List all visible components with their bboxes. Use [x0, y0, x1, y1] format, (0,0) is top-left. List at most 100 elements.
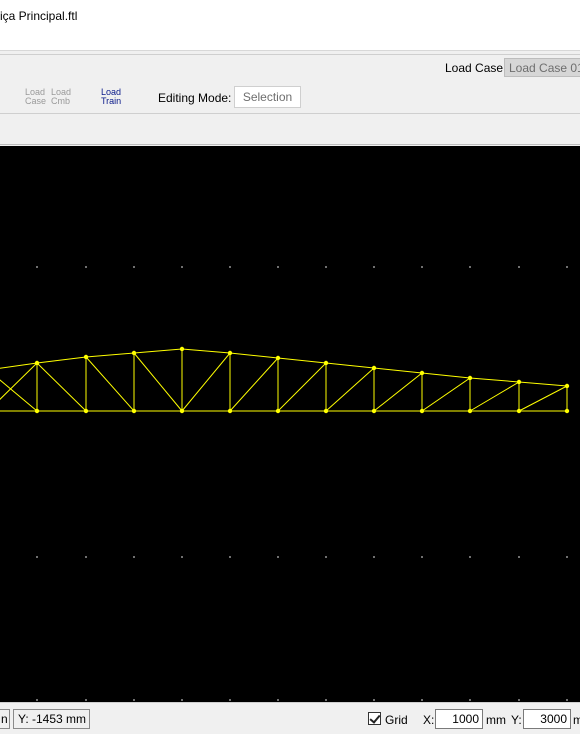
grid-dot [373, 556, 375, 558]
truss-node[interactable] [83, 408, 89, 414]
grid-dot [36, 556, 38, 558]
truss-node[interactable] [275, 408, 281, 414]
truss-node[interactable] [179, 408, 185, 414]
grid-dot [566, 266, 568, 268]
truss-node[interactable] [227, 408, 233, 414]
truss-node[interactable] [275, 355, 281, 361]
diagonal-member[interactable] [277, 362, 327, 412]
truss-node[interactable] [564, 408, 570, 414]
grid-dot [566, 556, 568, 558]
load-case-bar: Load Case: Load Case 01 [0, 54, 580, 82]
grid-x-input[interactable]: 1000 [435, 709, 483, 729]
grid-dot [518, 556, 520, 558]
top-chord-member[interactable] [421, 372, 471, 379]
grid-dot [181, 266, 183, 268]
grid-x-label: X: [423, 713, 435, 727]
diagonal-member[interactable] [133, 352, 183, 412]
grid-dot [229, 699, 231, 701]
grid-dot [85, 699, 87, 701]
diagonal-member[interactable] [0, 370, 38, 412]
diagonal-member[interactable] [181, 352, 231, 412]
truss-node[interactable] [323, 360, 329, 366]
diagonal-member[interactable] [469, 381, 520, 412]
top-chord-member[interactable] [181, 348, 231, 354]
grid-dot [85, 556, 87, 558]
diagonal-member[interactable] [0, 362, 38, 411]
grid-dot [566, 699, 568, 701]
top-chord-member[interactable] [469, 377, 520, 383]
truss-node[interactable] [564, 383, 570, 389]
load-case-select[interactable]: Load Case 01 [504, 58, 580, 77]
truss-node[interactable] [34, 408, 40, 414]
truss-node[interactable] [227, 350, 233, 356]
load-combination-button[interactable]: Load Cmb [51, 88, 71, 106]
truss-node[interactable] [371, 408, 377, 414]
editing-mode-label: Editing Mode: [158, 91, 232, 105]
grid-dot [518, 699, 520, 701]
truss-node[interactable] [419, 408, 425, 414]
diagonal-member[interactable] [229, 357, 279, 412]
load-case-button[interactable]: Load Case [25, 88, 46, 106]
truss-node[interactable] [83, 354, 89, 360]
secondary-toolbar [0, 114, 580, 145]
grid-dot [277, 556, 279, 558]
grid-dot [421, 556, 423, 558]
editing-mode-select[interactable]: Selection [234, 86, 301, 108]
load-case-button-line2: Case [25, 96, 47, 106]
status-bar: n Y: -1453 mm Grid X: 1000 mm Y: 3000 m [0, 702, 580, 734]
drawing-canvas[interactable] [0, 146, 580, 702]
truss-node[interactable] [34, 360, 40, 366]
grid-label: Grid [385, 713, 408, 727]
y-coordinate-readout: Y: -1453 mm [13, 709, 90, 729]
diagonal-member[interactable] [85, 356, 135, 412]
grid-dot [373, 266, 375, 268]
truss-node[interactable] [131, 408, 137, 414]
window-title: iça Principal.ftl [0, 9, 78, 23]
truss-node[interactable] [371, 365, 377, 371]
grid-dot [421, 266, 423, 268]
top-chord-member[interactable] [85, 352, 135, 358]
diagonal-member[interactable] [421, 377, 471, 412]
truss-node[interactable] [179, 346, 185, 352]
grid-dot [469, 699, 471, 701]
grid-dot [181, 556, 183, 558]
truss-node[interactable] [419, 370, 425, 376]
truss-node[interactable] [516, 408, 522, 414]
load-combination-button-line2: Cmb [51, 96, 71, 106]
grid-dot [325, 699, 327, 701]
top-chord-member[interactable] [229, 352, 279, 359]
grid-dot [229, 556, 231, 558]
truss-node[interactable] [467, 408, 473, 414]
load-case-label: Load Case: [445, 61, 507, 75]
load-train-button[interactable]: Load Train [101, 88, 121, 106]
truss-node[interactable] [131, 350, 137, 356]
top-chord-member[interactable] [36, 356, 87, 364]
grid-dot [325, 556, 327, 558]
grid-dot [36, 266, 38, 268]
grid-dot [133, 266, 135, 268]
top-chord-member[interactable] [518, 381, 568, 387]
top-chord-member[interactable] [373, 367, 423, 374]
toolbar: Load Case Load Cmb Load Train Editing Mo… [0, 81, 580, 114]
x-coordinate-unit: n [1, 712, 8, 726]
grid-dot [85, 266, 87, 268]
grid-y-unit: m [573, 713, 580, 727]
diagonal-member[interactable] [518, 385, 568, 412]
top-chord-member[interactable] [325, 362, 375, 369]
truss-node[interactable] [467, 375, 473, 381]
title-bar: iça Principal.ftl [0, 0, 580, 51]
grid-checkbox[interactable] [368, 712, 381, 725]
grid-y-input[interactable]: 3000 [523, 709, 571, 729]
grid-dot [373, 699, 375, 701]
grid-dot [469, 266, 471, 268]
diagonal-member[interactable] [36, 362, 87, 412]
diagonal-member[interactable] [373, 372, 423, 412]
truss-drawing[interactable] [0, 146, 580, 702]
top-chord-member[interactable] [277, 357, 327, 364]
diagonal-member[interactable] [325, 367, 375, 412]
grid-dot [469, 556, 471, 558]
grid-dot [36, 699, 38, 701]
truss-node[interactable] [323, 408, 329, 414]
truss-node[interactable] [516, 379, 522, 385]
top-chord-member[interactable] [133, 348, 183, 354]
